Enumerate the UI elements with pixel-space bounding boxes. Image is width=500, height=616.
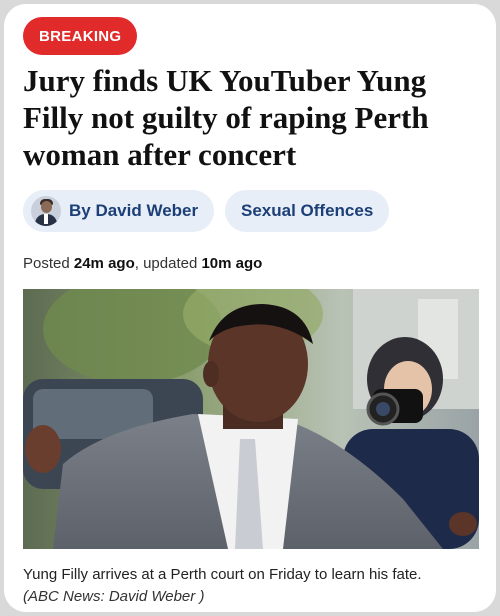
topic-label: Sexual Offences bbox=[241, 201, 374, 220]
article-headline: Jury finds UK YouTuber Yung Filly not gu… bbox=[23, 63, 429, 172]
article-photo[interactable] bbox=[23, 289, 479, 549]
updated-time: 10m ago bbox=[201, 255, 263, 272]
posted-time: 24m ago bbox=[73, 255, 135, 272]
photo-credit: (ABC News: David Weber ) bbox=[23, 588, 205, 605]
posted-timestamp: Posted 24m ago, updated 10m ago bbox=[23, 255, 262, 272]
caption-text: Yung Filly arrives at a Perth court on F… bbox=[23, 566, 422, 583]
breaking-badge: BREAKING bbox=[23, 17, 138, 55]
author-name: By David Weber bbox=[69, 201, 199, 220]
article-card: BREAKING Jury finds UK YouTuber Yung Fil… bbox=[4, 4, 496, 612]
posted-prefix: Posted bbox=[23, 255, 74, 272]
author-pill[interactable]: By David Weber bbox=[23, 190, 215, 232]
updated-prefix: , updated bbox=[134, 255, 202, 272]
photo-caption: Yung Filly arrives at a Perth court on F… bbox=[23, 564, 422, 608]
author-avatar bbox=[31, 196, 61, 226]
topic-pill[interactable]: Sexual Offences bbox=[225, 190, 390, 232]
